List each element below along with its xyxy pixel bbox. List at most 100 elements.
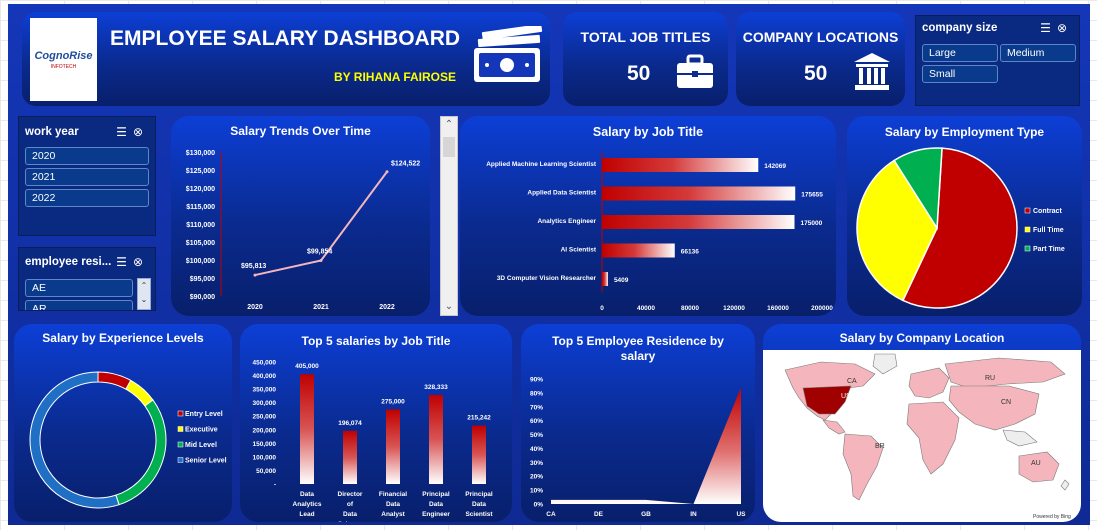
x-tick-label: GB: [641, 511, 651, 518]
y-tick-label: 50,000: [256, 468, 276, 475]
world-map: CA US RU CN BR AU Powered by Bing: [763, 350, 1081, 522]
multi-select-icon[interactable]: ☰: [116, 125, 133, 139]
data-label: 215,242: [467, 415, 491, 422]
chevron-down-icon[interactable]: ⌄: [138, 293, 150, 307]
y-tick-label: 30%: [530, 460, 543, 467]
header-card: CognoRise INFOTECH EMPLOYEE SALARY DASHB…: [22, 12, 550, 106]
slicer-item-2020[interactable]: 2020: [25, 147, 149, 165]
clear-filter-icon[interactable]: ⊗: [1057, 21, 1073, 35]
legend-label: Senior Level: [185, 458, 227, 465]
x-tick-label: 2020: [247, 304, 263, 311]
x-tick-label: Financial: [379, 491, 407, 498]
x-tick-label: 200000: [811, 305, 833, 312]
x-tick-label: 0: [600, 305, 604, 312]
y-tick-label: $95,000: [190, 276, 215, 283]
data-point: [319, 259, 323, 263]
byline: BY RIHANA FAIROSE: [334, 70, 457, 84]
chart-company-location-map: Salary by Company Location CA US RU CN B…: [763, 324, 1081, 522]
slicer-item-2021[interactable]: 2021: [25, 168, 149, 186]
clear-filter-icon[interactable]: ⊗: [133, 125, 149, 139]
category-label: AI Scientist: [561, 247, 597, 254]
x-tick-label: Data: [429, 501, 443, 508]
legend-label: Full Time: [1033, 227, 1064, 234]
y-tick-label: 10%: [530, 488, 543, 495]
x-tick-label: Data: [386, 501, 400, 508]
briefcase-icon: [677, 54, 713, 88]
area-chart-svg: 90% 80% 70% 60% 50% 40% 30% 20% 10% 0%CA DE GB IN US: [530, 377, 746, 519]
y-tick-label: 450,000: [253, 360, 277, 367]
slicer-toolbar: ☰⊗: [116, 255, 149, 269]
bar: [429, 394, 443, 484]
x-tick-label: Principal: [422, 491, 450, 498]
x-tick-label: 160000: [767, 305, 789, 312]
y-tick-label: 400,000: [253, 373, 277, 380]
map-label-cn: CN: [1001, 399, 1011, 406]
slicer-item-medium[interactable]: Medium: [1000, 44, 1076, 62]
x-tick-label: 120000: [723, 305, 745, 312]
clear-filter-icon[interactable]: ⊗: [133, 255, 149, 269]
data-label: 5409: [614, 277, 629, 284]
slicer-title: work year: [25, 126, 79, 138]
kpi-company-locations: COMPANY LOCATIONS 50: [736, 12, 905, 106]
data-label: $95,813: [241, 263, 266, 270]
chart-employment-type: Salary by Employment Type Contract Full T…: [847, 116, 1082, 316]
y-tick-label: 70%: [530, 404, 543, 411]
chart-experience-levels: Salary by Experience Levels Entry Level E…: [14, 324, 232, 522]
x-tick-label: 80000: [681, 305, 699, 312]
slicer-scrollbar[interactable]: ⌃ ⌄: [137, 278, 151, 310]
chevron-up-icon[interactable]: ⌃: [138, 279, 150, 293]
dashboard-canvas: CognoRise INFOTECH EMPLOYEE SALARY DASHB…: [8, 4, 1090, 525]
bar: [602, 272, 608, 286]
y-tick-label: $110,000: [186, 222, 215, 229]
chevron-up-icon[interactable]: ⌃: [441, 117, 457, 133]
y-tick-label: 50%: [530, 432, 543, 439]
slicer-item-large[interactable]: Large: [922, 44, 998, 62]
logo: CognoRise INFOTECH: [30, 18, 97, 101]
multi-select-icon[interactable]: ☰: [116, 255, 133, 269]
x-tick-label: Science: [338, 521, 363, 522]
chevron-down-icon[interactable]: ⌄: [441, 299, 457, 315]
multi-select-icon[interactable]: ☰: [1040, 21, 1057, 35]
legend-swatch: [177, 457, 184, 463]
x-tick-label: of: [347, 501, 354, 508]
data-label: $124,522: [391, 161, 420, 168]
y-tick-label: $105,000: [186, 240, 215, 247]
chart-salary-by-job-title: Salary by Job Title Applied Machine Lear…: [460, 116, 836, 316]
data-label: 275,000: [381, 398, 405, 405]
map-label-br: BR: [875, 443, 885, 450]
slicer-work-year: work year ☰⊗ 2020 2021 2022: [18, 116, 156, 236]
slicer-toolbar: ☰⊗: [1040, 21, 1073, 35]
slicer-company-size: company size ☰⊗ Large Medium Small: [915, 15, 1080, 106]
y-tick-label: $125,000: [186, 168, 215, 175]
y-tick-label: 0%: [534, 502, 544, 509]
data-label: 175000: [801, 220, 823, 227]
building-icon: [854, 53, 890, 90]
slicer-item-2022[interactable]: 2022: [25, 189, 149, 207]
slicer-toolbar: ☰⊗: [116, 125, 149, 139]
dashboard-scrollbar[interactable]: ⌃ ⌄: [440, 116, 458, 316]
logo-text: CognoRise: [34, 50, 93, 62]
map-label-ru: RU: [985, 375, 995, 382]
x-tick-label: Scientist: [465, 511, 493, 518]
scroll-thumb[interactable]: [443, 137, 455, 157]
slicer-item-small[interactable]: Small: [922, 65, 998, 83]
pie-chart-svg: Contract Full Time Part Time: [856, 147, 1065, 309]
data-label: 196,074: [338, 420, 362, 427]
line-chart-svg: $130,000 $125,000 $120,000 $115,000 $110,000…: [186, 150, 421, 311]
bar: [472, 425, 486, 484]
doughnut-chart-svg: Entry Level Executive Mid Level Senior Leve…: [29, 371, 227, 509]
y-tick-label: 80%: [530, 390, 543, 397]
slicer-item-ae[interactable]: AE: [25, 279, 133, 297]
bar: [602, 243, 675, 258]
y-tick-label: $90,000: [190, 294, 215, 301]
legend-swatch: [177, 410, 184, 417]
kpi-total-job-titles: TOTAL JOB TITLES 50: [563, 12, 728, 106]
data-point: [253, 273, 257, 277]
legend-swatch: [177, 426, 184, 432]
slicer-item-ar[interactable]: AR: [25, 300, 133, 310]
y-tick-label: -: [274, 482, 276, 489]
kpi-label: COMPANY LOCATIONS: [742, 29, 899, 45]
map-label-us: US: [841, 393, 851, 400]
bar: [602, 186, 796, 201]
y-tick-label: 100,000: [253, 454, 277, 461]
